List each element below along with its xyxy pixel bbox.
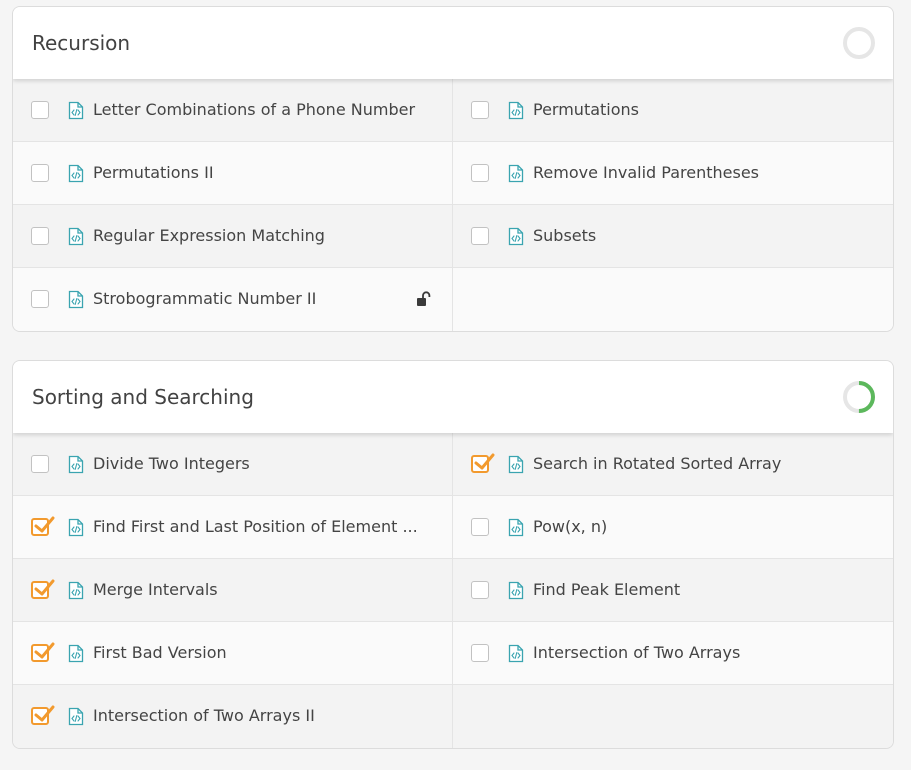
question-title-link[interactable]: Remove Invalid Parentheses [533, 142, 759, 204]
question-grid: Letter Combinations of a Phone Number Per… [13, 79, 893, 331]
question-item[interactable]: Divide Two Integers [13, 433, 453, 496]
question-item[interactable]: Permutations II [13, 142, 453, 205]
code-file-icon [508, 581, 524, 600]
code-file-icon [68, 290, 84, 309]
question-checkbox[interactable] [471, 164, 489, 182]
question-title-link[interactable]: Intersection of Two Arrays II [93, 685, 315, 747]
question-title-link[interactable]: Regular Expression Matching [93, 205, 325, 267]
question-title-link[interactable]: Subsets [533, 205, 596, 267]
unlocked-padlock-icon [416, 291, 434, 307]
question-item[interactable]: Strobogrammatic Number II [13, 268, 453, 331]
question-item[interactable]: Permutations [453, 79, 893, 142]
empty-cell [453, 268, 893, 331]
question-title-link[interactable]: First Bad Version [93, 622, 227, 684]
question-item[interactable]: Subsets [453, 205, 893, 268]
question-item[interactable]: First Bad Version [13, 622, 453, 685]
code-file-icon [508, 644, 524, 663]
question-item[interactable]: Find First and Last Position of Element … [13, 496, 453, 559]
empty-cell [453, 685, 893, 748]
question-checkbox[interactable] [471, 518, 489, 536]
code-file-icon [68, 581, 84, 600]
question-checkbox[interactable] [31, 164, 49, 182]
code-file-icon [68, 101, 84, 120]
question-title-link[interactable]: Intersection of Two Arrays [533, 622, 740, 684]
question-checkbox[interactable] [471, 581, 489, 599]
question-checkbox[interactable] [471, 453, 495, 473]
question-item[interactable]: Merge Intervals [13, 559, 453, 622]
code-file-icon [508, 518, 524, 537]
question-item[interactable]: Letter Combinations of a Phone Number [13, 79, 453, 142]
question-item[interactable]: Intersection of Two Arrays [453, 622, 893, 685]
question-item[interactable]: Intersection of Two Arrays II [13, 685, 453, 748]
question-checkbox[interactable] [471, 227, 489, 245]
question-title-link[interactable]: Divide Two Integers [93, 433, 250, 495]
code-file-icon [508, 227, 524, 246]
question-checkbox[interactable] [471, 644, 489, 662]
question-item[interactable]: Pow(x, n) [453, 496, 893, 559]
progress-ring-icon [842, 380, 876, 414]
question-item[interactable]: Search in Rotated Sorted Array [453, 433, 893, 496]
question-checkbox[interactable] [31, 642, 55, 662]
code-file-icon [508, 164, 524, 183]
question-checkbox[interactable] [31, 705, 55, 725]
question-title-link[interactable]: Find Peak Element [533, 559, 680, 621]
code-file-icon [68, 164, 84, 183]
question-checkbox[interactable] [471, 101, 489, 119]
question-title-link[interactable]: Permutations II [93, 142, 214, 204]
question-title-link[interactable]: Find First and Last Position of Element … [93, 496, 418, 558]
code-file-icon [508, 455, 524, 474]
section-card: Recursion Letter Combinations of a Phone … [12, 6, 894, 332]
question-title-link[interactable]: Pow(x, n) [533, 496, 607, 558]
code-file-icon [68, 455, 84, 474]
question-checkbox[interactable] [31, 290, 49, 308]
question-checkbox[interactable] [31, 579, 55, 599]
code-file-icon [68, 227, 84, 246]
question-title-link[interactable]: Merge Intervals [93, 559, 218, 621]
question-checkbox[interactable] [31, 516, 55, 536]
code-file-icon [508, 101, 524, 120]
code-file-icon [68, 644, 84, 663]
question-item[interactable]: Regular Expression Matching [13, 205, 453, 268]
question-title-link[interactable]: Search in Rotated Sorted Array [533, 433, 781, 495]
section-card: Sorting and Searching Divide Two Integers… [12, 360, 894, 749]
code-file-icon [68, 707, 84, 726]
question-checkbox[interactable] [31, 101, 49, 119]
question-item[interactable]: Remove Invalid Parentheses [453, 142, 893, 205]
section-header[interactable]: Sorting and Searching [13, 361, 893, 433]
question-checkbox[interactable] [31, 227, 49, 245]
question-title-link[interactable]: Strobogrammatic Number II [93, 268, 316, 330]
question-checkbox[interactable] [31, 455, 49, 473]
section-header[interactable]: Recursion [13, 7, 893, 79]
code-file-icon [68, 518, 84, 537]
question-item[interactable]: Find Peak Element [453, 559, 893, 622]
question-title-link[interactable]: Permutations [533, 79, 639, 141]
question-title-link[interactable]: Letter Combinations of a Phone Number [93, 79, 415, 141]
question-grid: Divide Two Integers Search in Rotated Sor… [13, 433, 893, 748]
section-title: Sorting and Searching [32, 385, 254, 409]
progress-ring-icon [842, 26, 876, 60]
section-title: Recursion [32, 31, 131, 55]
